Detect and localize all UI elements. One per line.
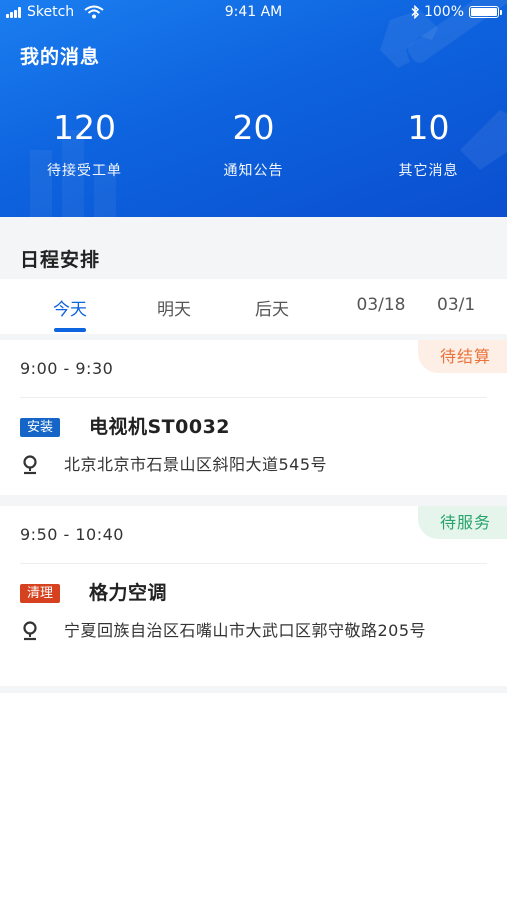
- location-pin-icon: [23, 621, 37, 641]
- stat-pending-orders[interactable]: 120 待接受工单: [0, 108, 169, 180]
- order-time: 9:50 - 10:40: [20, 525, 124, 544]
- stat-value: 10: [407, 108, 450, 147]
- status-badge: 待服务: [417, 506, 507, 539]
- service-type-tag: 安装: [20, 418, 61, 437]
- service-type-tag: 清理: [20, 584, 61, 603]
- stat-value: 120: [53, 108, 116, 147]
- order-address: 宁夏回族自治区石嘴山市大武口区郭守敬路205号: [64, 621, 427, 640]
- tab-date-0318[interactable]: 03/18: [331, 295, 431, 315]
- battery-icon: [469, 6, 502, 18]
- status-badge: 待结算: [417, 340, 507, 373]
- tab-date-next[interactable]: 03/1: [437, 295, 507, 315]
- order-card[interactable]: 9:50 - 10:40 待服务 清理 格力空调 宁夏回族自治区石嘴山市大武口区…: [0, 506, 507, 686]
- divider: [20, 397, 487, 398]
- section-title: 日程安排: [20, 249, 101, 271]
- divider: [20, 563, 487, 564]
- date-tabs: 今天 明天 后天 03/18 03/1: [0, 279, 507, 334]
- stat-label: 其它消息: [398, 163, 459, 179]
- tab-day-after[interactable]: 后天: [222, 295, 322, 320]
- empty-area: [0, 693, 507, 900]
- tab-tomorrow[interactable]: 明天: [124, 295, 224, 320]
- stat-other-messages[interactable]: 10 其它消息: [344, 108, 507, 180]
- tab-today[interactable]: 今天: [20, 295, 120, 320]
- order-card[interactable]: 9:00 - 9:30 待结算 安装 电视机ST0032 北京北京市石景山区斜阳…: [0, 340, 507, 495]
- messages-header: Sketch 9:41 AM 100% 我的消息 120 待接受工单 20 通知…: [0, 0, 507, 217]
- product-name: 电视机ST0032: [89, 416, 231, 438]
- page-title: 我的消息: [20, 46, 101, 68]
- stat-notices[interactable]: 20 通知公告: [169, 108, 338, 180]
- battery-percent: 100%: [423, 4, 464, 20]
- location-pin-icon: [23, 455, 37, 475]
- order-address: 北京北京市石景山区斜阳大道545号: [64, 455, 328, 474]
- order-time: 9:00 - 9:30: [20, 359, 114, 378]
- bluetooth-icon: [411, 5, 420, 19]
- status-bar: Sketch 9:41 AM 100%: [0, 0, 507, 26]
- product-name: 格力空调: [89, 582, 168, 604]
- stat-label: 待接受工单: [47, 163, 122, 179]
- active-tab-indicator: [54, 328, 86, 332]
- stat-label: 通知公告: [223, 163, 284, 179]
- stat-value: 20: [232, 108, 275, 147]
